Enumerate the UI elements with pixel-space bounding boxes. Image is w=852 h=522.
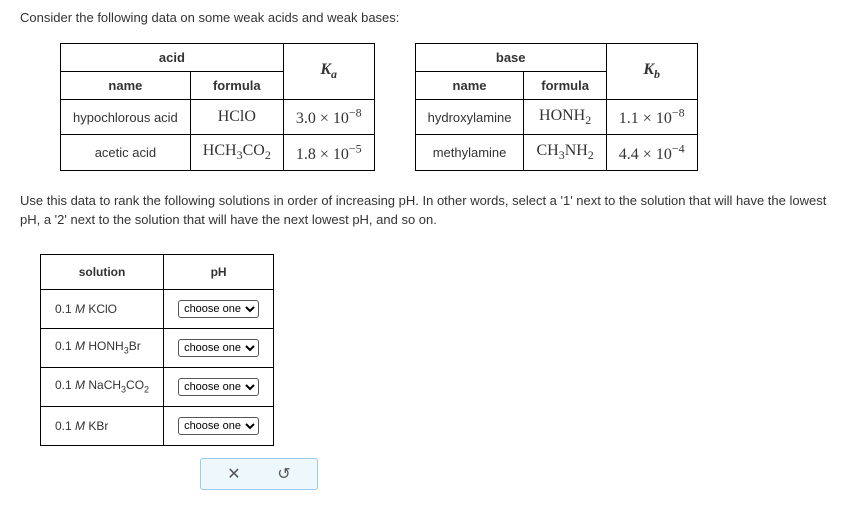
solution-label: 0.1 M HONH3Br [41,328,164,367]
base-formula-header: formula [524,72,606,100]
instruction-text: Use this data to rank the following solu… [20,191,832,230]
acid-k-cell: 3.0 × 10−8 [283,100,374,135]
table-row: 0.1 M KBr choose one [41,406,274,445]
table-row: methylamine CH3NH2 4.4 × 10−4 [415,135,697,170]
acid-table: acid Ka name formula hypochlorous acid H… [60,43,375,171]
base-k-cell: 4.4 × 10−4 [606,135,697,170]
data-tables-row: acid Ka name formula hypochlorous acid H… [60,43,832,171]
ph-select[interactable]: choose one [178,339,259,357]
acid-k-cell: 1.8 × 10−5 [283,135,374,170]
close-icon: ✕ [227,464,240,484]
base-formula-cell: CH3NH2 [524,135,606,170]
acid-formula-cell: HClO [190,100,283,135]
table-row: 0.1 M KClO choose one [41,289,274,328]
ph-col-header: pH [164,254,274,289]
ph-select[interactable]: choose one [178,417,259,435]
solution-col-header: solution [41,254,164,289]
base-name-cell: methylamine [415,135,524,170]
acid-name-cell: hypochlorous acid [61,100,191,135]
solution-table: solution pH 0.1 M KClO choose one 0.1 M … [40,254,274,446]
solution-label: 0.1 M KClO [41,289,164,328]
acid-name-header: name [61,72,191,100]
table-row: hydroxylamine HONH2 1.1 × 10−8 [415,100,697,135]
base-name-cell: hydroxylamine [415,100,524,135]
reset-button[interactable]: ↺ [275,465,293,483]
acid-name-cell: acetic acid [61,135,191,170]
table-row: acetic acid HCH3CO2 1.8 × 10−5 [61,135,375,170]
solution-label: 0.1 M NaCH3CO2 [41,367,164,406]
reset-icon: ↺ [277,464,290,484]
ph-select[interactable]: choose one [178,378,259,396]
base-table: base Kb name formula hydroxylamine HONH2… [415,43,698,171]
table-row: hypochlorous acid HClO 3.0 × 10−8 [61,100,375,135]
acid-formula-cell: HCH3CO2 [190,135,283,170]
table-row: 0.1 M HONH3Br choose one [41,328,274,367]
acid-formula-header: formula [190,72,283,100]
ph-select[interactable]: choose one [178,300,259,318]
acid-header: acid [61,44,284,72]
action-bar: ✕ ↺ [200,458,318,490]
acid-k-header: Ka [283,44,374,100]
base-k-header: Kb [606,44,697,100]
solution-label: 0.1 M KBr [41,406,164,445]
base-name-header: name [415,72,524,100]
base-header: base [415,44,606,72]
base-k-cell: 1.1 × 10−8 [606,100,697,135]
table-row: 0.1 M NaCH3CO2 choose one [41,367,274,406]
base-formula-cell: HONH2 [524,100,606,135]
intro-text: Consider the following data on some weak… [20,10,832,25]
close-button[interactable]: ✕ [225,465,243,483]
